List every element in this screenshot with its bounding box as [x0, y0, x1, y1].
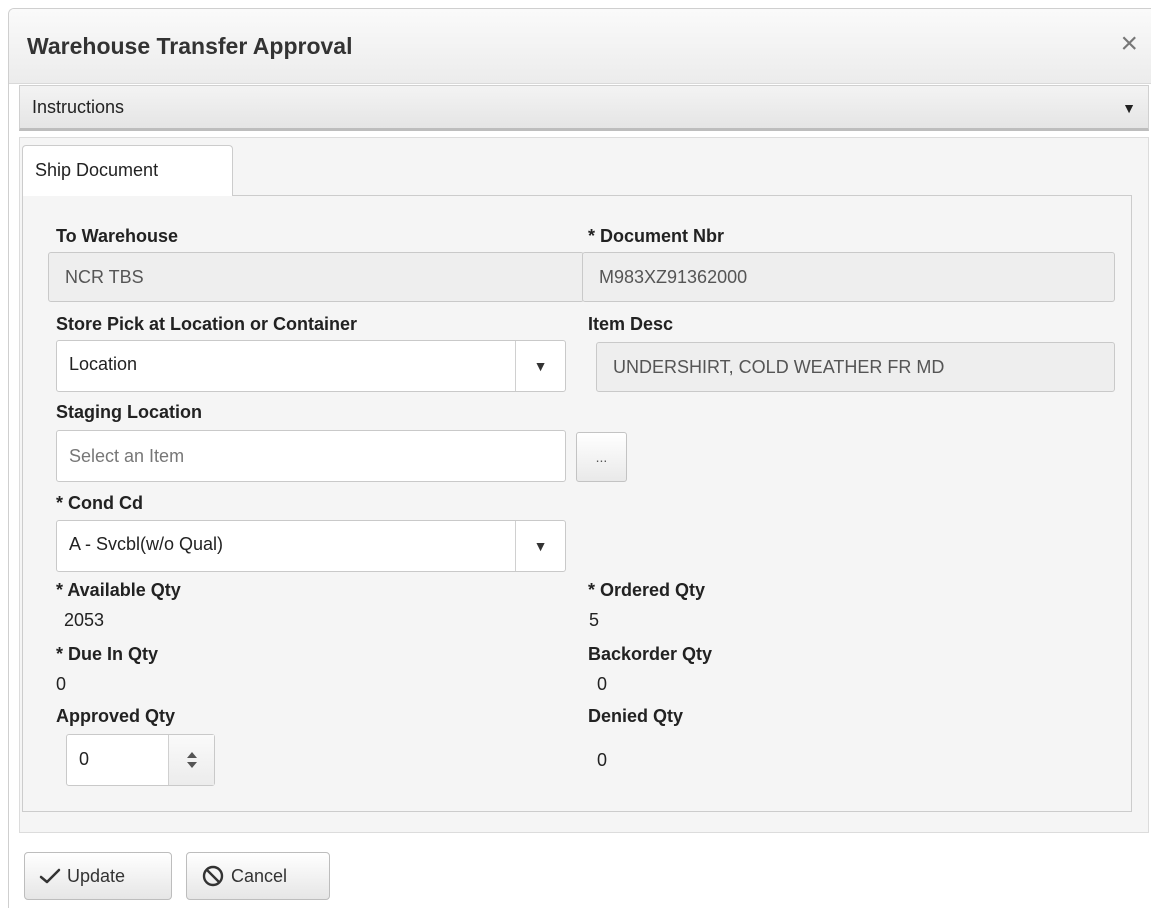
staging-location-lookup-button[interactable]: ... [576, 432, 627, 482]
document-nbr-field: M983XZ91362000 [582, 252, 1115, 302]
approved-qty-value: 0 [79, 749, 90, 769]
update-button-label: Update [67, 865, 126, 886]
item-desc-label: Item Desc [588, 314, 674, 334]
available-qty-label: * Available Qty [56, 580, 181, 600]
chevron-down-icon[interactable]: ▼ [515, 341, 565, 391]
backorder-qty-value: 0 [597, 674, 608, 694]
due-in-qty-value: 0 [56, 674, 67, 694]
to-warehouse-label: To Warehouse [56, 226, 179, 246]
cond-cd-selected: A - Svcbl(w/o Qual) [69, 534, 224, 554]
dialog-titlebar: Warehouse Transfer Approval × [9, 9, 1151, 84]
cond-cd-label: * Cond Cd [56, 493, 143, 513]
store-pick-select[interactable]: Location ▼ [56, 340, 566, 392]
cancel-button-label: Cancel [231, 865, 288, 886]
document-nbr-label: * Document Nbr [588, 226, 725, 246]
update-button[interactable]: Update [24, 852, 172, 900]
ordered-qty-value: 5 [589, 610, 600, 630]
instructions-accordion[interactable]: Instructions ▼ [19, 85, 1149, 131]
close-icon[interactable]: × [1120, 29, 1138, 59]
to-warehouse-field: NCR TBS [48, 252, 584, 302]
staging-location-label: Staging Location [56, 402, 202, 422]
ban-icon [202, 865, 224, 887]
denied-qty-label: Denied Qty [588, 706, 684, 726]
due-in-qty-label: * Due In Qty [56, 644, 159, 664]
tab-ship-document[interactable]: Ship Document [22, 145, 233, 196]
instructions-label: Instructions [32, 97, 125, 117]
store-pick-selected: Location [69, 354, 138, 374]
chevron-down-icon[interactable]: ▼ [515, 521, 565, 571]
caret-down-icon[interactable]: ▼ [1122, 100, 1136, 116]
dialog-title: Warehouse Transfer Approval [27, 33, 353, 59]
backorder-qty-label: Backorder Qty [588, 644, 713, 664]
staging-location-input[interactable] [56, 430, 566, 482]
up-down-arrows-icon[interactable] [168, 735, 214, 785]
spin-arrows-icon [186, 752, 197, 768]
cond-cd-select[interactable]: A - Svcbl(w/o Qual) ▼ [56, 520, 566, 572]
store-pick-label: Store Pick at Location or Container [56, 314, 358, 334]
approved-qty-stepper[interactable]: 0 [66, 734, 215, 786]
item-desc-field: UNDERSHIRT, COLD WEATHER FR MD [596, 342, 1115, 392]
tab-label: Ship Document [35, 160, 159, 180]
ordered-qty-label: * Ordered Qty [588, 580, 706, 600]
denied-qty-value: 0 [597, 750, 608, 770]
cancel-button[interactable]: Cancel [186, 852, 330, 900]
approved-qty-label: Approved Qty [56, 706, 176, 726]
checkmark-icon [39, 868, 61, 884]
available-qty-value: 2053 [64, 610, 105, 630]
